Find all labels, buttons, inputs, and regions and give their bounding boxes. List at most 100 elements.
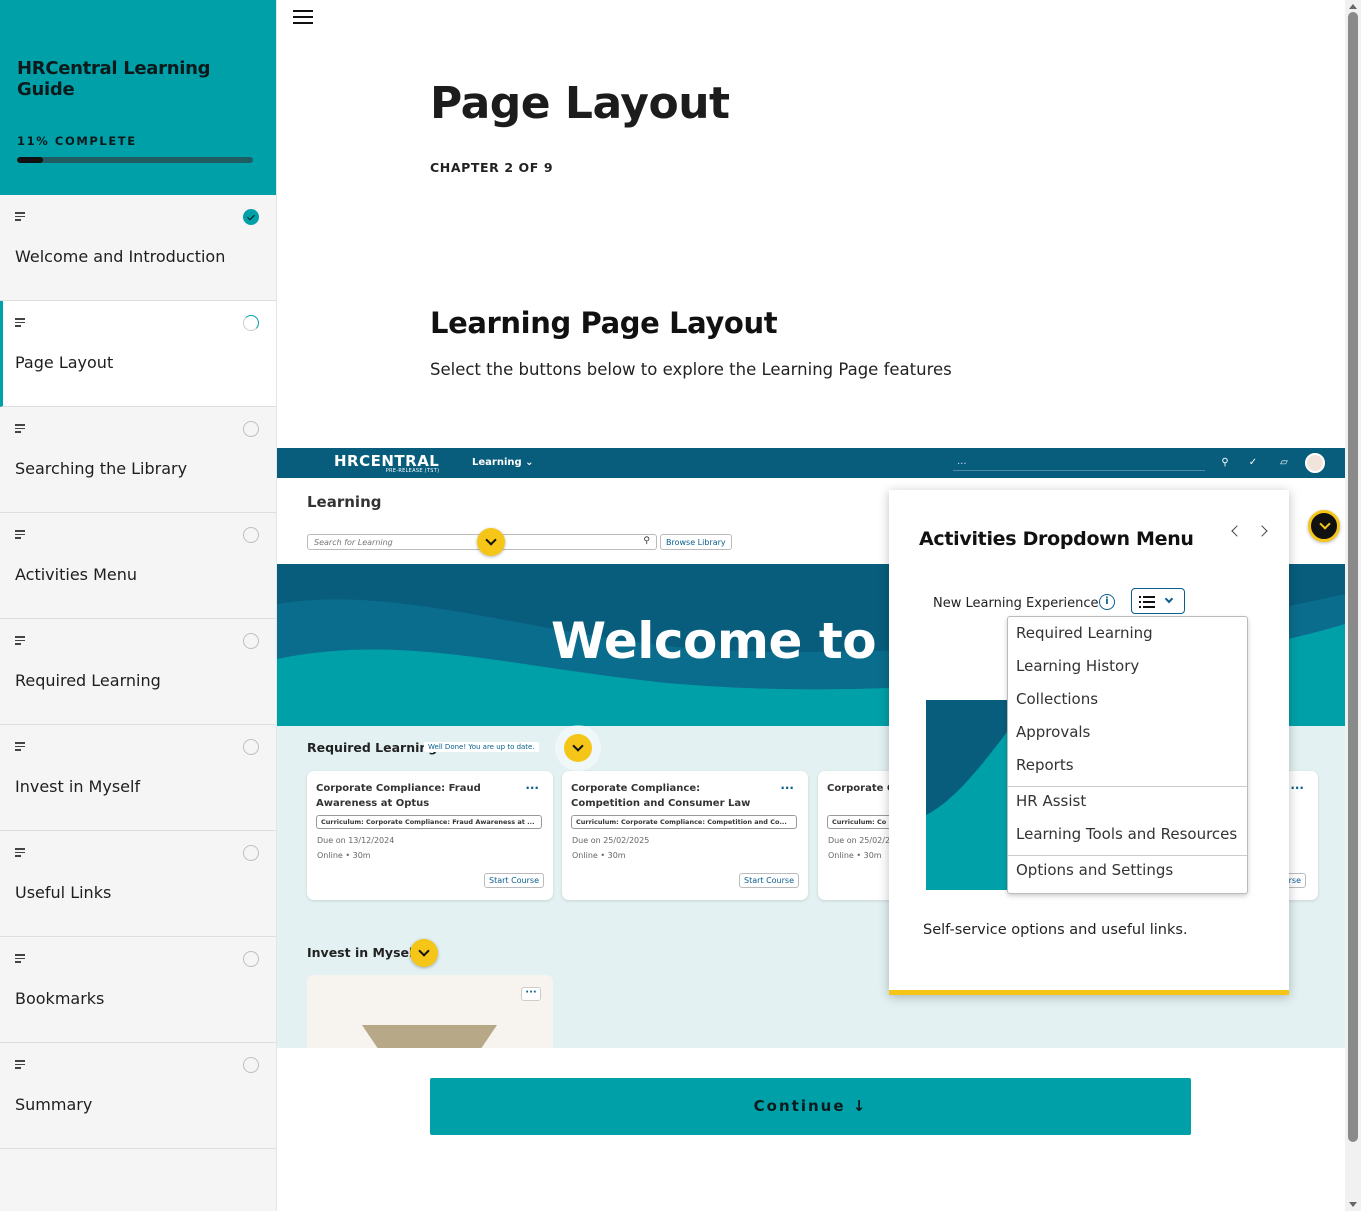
menu-divider — [1008, 786, 1247, 787]
hr-search-underline — [953, 470, 1205, 471]
hero-title: Welcome to L — [551, 612, 925, 670]
chapter-label: CHAPTER 2 OF 9 — [430, 160, 554, 175]
activities-popover: Activities Dropdown Menu New Learning Ex… — [889, 490, 1289, 995]
menu-item: Collections — [1016, 690, 1099, 708]
chevron-down-icon — [1164, 594, 1174, 604]
hr-learning-title: Learning — [307, 493, 382, 511]
page-title: Page Layout — [430, 78, 730, 129]
main-content: Page Layout CHAPTER 2 OF 9 Learning Page… — [277, 0, 1345, 1211]
check-circle-icon: ✓ — [1248, 457, 1258, 468]
status-icon — [243, 315, 259, 331]
hr-browse-library: Browse Library — [660, 534, 732, 550]
sidebar-item[interactable]: Searching the Library — [0, 407, 276, 513]
sidebar-item[interactable]: Required Learning — [0, 619, 276, 725]
lesson-list: Welcome and Introduction Page Layout Searc… — [0, 195, 276, 1149]
menu-divider — [1008, 855, 1247, 856]
hr-search-placeholder: ... — [957, 456, 967, 467]
status-icon — [243, 1057, 259, 1073]
lesson-icon — [15, 636, 25, 645]
sidebar-item-label: Summary — [15, 1095, 93, 1114]
hotspot-required-learning-button[interactable] — [564, 734, 592, 762]
list-icon — [1139, 596, 1155, 608]
course-title: HRCentral Learning Guide — [17, 58, 211, 100]
course-card: Corporate Compliance: Fraud Awareness at… — [307, 771, 553, 900]
lesson-icon — [15, 1060, 25, 1069]
search-icon: ⚲ — [1221, 457, 1229, 468]
chevron-left-icon[interactable] — [1224, 520, 1246, 542]
sidebar-item-label: Searching the Library — [15, 459, 188, 478]
scroll-up-icon — [1349, 4, 1357, 9]
sidebar-header: HRCentral Learning Guide 11% COMPLETE — [0, 0, 276, 195]
sidebar-item[interactable]: Page Layout — [0, 301, 276, 407]
hotspot-invest-button[interactable] — [410, 939, 438, 967]
app: HRCentral Learning Guide 11% COMPLETE We… — [0, 0, 1361, 1211]
hr-top-bar: HRCENTRAL PRE-RELEASE (TST) Learning ⌄ ..… — [277, 448, 1345, 478]
hr-nav-learning: Learning ⌄ — [472, 457, 534, 468]
up-to-date-badge: Well Done! You are up to date. — [424, 742, 539, 752]
activities-menu-list: Required Learning Learning History Collect… — [1007, 616, 1248, 894]
sidebar-item-label: Bookmarks — [15, 989, 105, 1008]
lesson-icon — [15, 318, 25, 327]
avatar — [1305, 453, 1325, 473]
menu-item: Learning History — [1016, 657, 1140, 675]
invest-card: ··· — [307, 975, 553, 1048]
menu-item: HR Assist — [1016, 792, 1087, 810]
scrollbar[interactable] — [1345, 0, 1361, 1211]
status-icon — [243, 845, 259, 861]
activities-dropdown-button — [1131, 588, 1185, 614]
invest-in-myself-title: Invest in Myself — [307, 945, 419, 960]
sidebar-item-label: Activities Menu — [15, 565, 138, 584]
menu-item: Required Learning — [1016, 624, 1153, 642]
bell-icon: ▱ — [1280, 457, 1288, 468]
course-card: Corporate Compliance: Competition and Co… — [562, 771, 808, 900]
sidebar-item[interactable]: Invest in Myself — [0, 725, 276, 831]
continue-button[interactable]: Continue ↓ — [430, 1078, 1191, 1135]
chevron-right-icon[interactable] — [1253, 520, 1275, 542]
hotspot-search-button[interactable] — [477, 528, 505, 556]
sidebar-item-label: Required Learning — [15, 671, 161, 690]
popover-title: Activities Dropdown Menu — [919, 528, 1194, 550]
more-icon: ··· — [1290, 781, 1304, 795]
lesson-icon — [15, 212, 25, 221]
lesson-icon — [15, 742, 25, 751]
sidebar-item-label: Invest in Myself — [15, 777, 141, 796]
status-icon — [243, 951, 259, 967]
more-icon: ··· — [521, 987, 541, 1001]
info-icon: i — [1099, 594, 1115, 610]
menu-item: Approvals — [1016, 723, 1091, 741]
scrollbar-thumb — [1348, 12, 1358, 1142]
section-description: Select the buttons below to explore the … — [430, 360, 952, 379]
search-icon: ⚲ — [643, 536, 650, 546]
scroll-down-icon — [1349, 1202, 1357, 1207]
sidebar-item[interactable]: Bookmarks — [0, 937, 276, 1043]
sidebar-item[interactable]: Activities Menu — [0, 513, 276, 619]
learning-page-screenshot: HRCENTRAL PRE-RELEASE (TST) Learning ⌄ ..… — [277, 448, 1345, 1048]
required-learning-title: Required Learning — [307, 740, 438, 755]
lesson-icon — [15, 424, 25, 433]
more-icon: ··· — [525, 781, 539, 795]
sidebar-item-label: Welcome and Introduction — [15, 247, 226, 266]
menu-icon[interactable] — [293, 10, 313, 24]
more-icon: ··· — [780, 781, 794, 795]
hotspot-activities-button-active[interactable] — [1308, 510, 1340, 542]
section-title: Learning Page Layout — [430, 306, 778, 340]
sidebar-item-label: Useful Links — [15, 883, 112, 902]
sidebar-item[interactable]: Summary — [0, 1043, 276, 1149]
menu-item: Reports — [1016, 756, 1074, 774]
lesson-icon — [15, 848, 25, 857]
popover-description: Self-service options and useful links. — [923, 922, 1188, 938]
lesson-icon — [15, 530, 25, 539]
lesson-icon — [15, 954, 25, 963]
menu-item: Options and Settings — [1016, 861, 1174, 879]
status-icon — [243, 633, 259, 649]
new-learning-experience-label: New Learning Experience — [933, 596, 1099, 611]
status-icon — [243, 527, 259, 543]
progress-bar — [17, 157, 253, 163]
menu-item: Learning Tools and Resources — [1016, 825, 1238, 843]
sidebar-item-label: Page Layout — [15, 353, 114, 372]
hrcentral-logo: HRCENTRAL PRE-RELEASE (TST) — [334, 452, 440, 474]
kintsugi-bowl-image — [362, 1025, 497, 1048]
sidebar-item[interactable]: Useful Links — [0, 831, 276, 937]
status-icon — [243, 209, 259, 225]
sidebar-item[interactable]: Welcome and Introduction — [0, 195, 276, 301]
